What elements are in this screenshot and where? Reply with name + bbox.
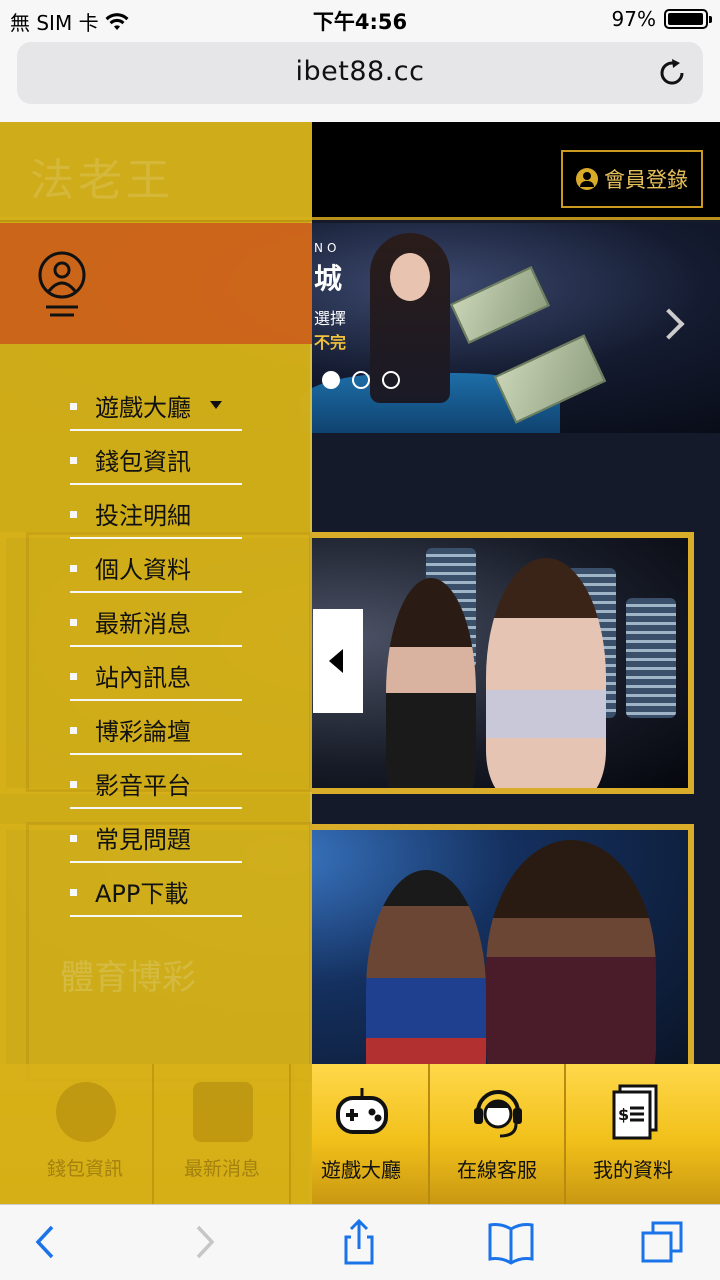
bullet-icon xyxy=(70,889,77,896)
svg-text:$: $ xyxy=(618,1105,629,1124)
menu-item-label: 最新消息 xyxy=(95,610,191,638)
browser-url-area: ibet88.cc xyxy=(0,38,720,122)
slide-dot[interactable] xyxy=(322,371,340,389)
menu-item-label: 常見問題 xyxy=(95,826,191,854)
menu-item-label: APP下載 xyxy=(95,880,189,908)
document-icon: $ xyxy=(612,1084,658,1140)
member-login-button[interactable]: 會員登錄 xyxy=(561,150,703,208)
menu-item-forum[interactable]: 博彩論壇 xyxy=(70,701,242,755)
bullet-icon xyxy=(70,403,77,410)
battery-icon xyxy=(664,9,712,29)
user-avatar-icon[interactable] xyxy=(36,251,88,323)
headset-icon xyxy=(474,1090,522,1138)
drawer-logo-area: 法老王 xyxy=(0,122,312,222)
tab-my-profile[interactable]: $ 我的資料 xyxy=(564,1064,700,1204)
tab-game-lobby[interactable]: 遊戲大廳 xyxy=(292,1064,428,1204)
browser-toolbar xyxy=(0,1204,720,1280)
banner-text: 選擇 xyxy=(314,309,347,328)
menu-item-label: 個人資料 xyxy=(95,556,191,584)
menu-item-site-messages[interactable]: 站內訊息 xyxy=(70,647,242,701)
dollar-icon xyxy=(56,1082,116,1142)
banner-text: 不完 xyxy=(314,333,347,352)
address-bar[interactable]: ibet88.cc xyxy=(17,42,703,104)
bullet-icon xyxy=(70,781,77,788)
menu-item-latest-news[interactable]: 最新消息 xyxy=(70,593,242,647)
menu-item-label: 博彩論壇 xyxy=(95,718,191,746)
caret-down-icon xyxy=(210,401,222,409)
bookmarks-icon[interactable] xyxy=(486,1217,536,1267)
slide-indicators xyxy=(322,371,400,389)
menu-item-label: 投注明細 xyxy=(95,502,191,530)
user-icon xyxy=(576,168,598,190)
status-bar: 無 SIM 卡 下午4:56 97% xyxy=(0,0,720,38)
bullet-icon xyxy=(70,457,77,464)
bullet-icon xyxy=(70,835,77,842)
next-slide-icon[interactable] xyxy=(653,308,685,340)
tab-online-support[interactable]: 在線客服 xyxy=(428,1064,564,1204)
member-login-label: 會員登錄 xyxy=(604,168,688,192)
model-image xyxy=(386,578,476,788)
menu-item-label: 站內訊息 xyxy=(95,664,191,692)
athlete-image xyxy=(486,840,656,1088)
menu-item-label: 錢包資訊 xyxy=(95,448,191,476)
message-icon xyxy=(193,1082,253,1142)
gamepad-icon xyxy=(336,1088,388,1134)
tab-label: 我的資料 xyxy=(593,1158,673,1182)
slide-dot[interactable] xyxy=(352,371,370,389)
bullet-icon xyxy=(70,673,77,680)
tab-label: 在線客服 xyxy=(457,1158,537,1182)
menu-item-app-download[interactable]: APP下載 xyxy=(70,863,242,917)
model-image xyxy=(486,558,606,788)
side-drawer: 法老王 體育博彩 遊戲大廳 錢包資訊 投注明細 個人資料 最新消息 站內訊息 博… xyxy=(0,122,312,1204)
tab-label: 遊戲大廳 xyxy=(321,1158,401,1182)
bullet-icon xyxy=(70,511,77,518)
forward-icon[interactable] xyxy=(180,1217,230,1267)
slide-dot[interactable] xyxy=(382,371,400,389)
menu-item-video-platform[interactable]: 影音平台 xyxy=(70,755,242,809)
battery-percent: 97% xyxy=(611,7,656,31)
bullet-icon xyxy=(70,565,77,572)
battery-fill xyxy=(668,13,703,25)
url-text[interactable]: ibet88.cc xyxy=(17,56,703,87)
background-label: 體育博彩 xyxy=(60,958,196,998)
close-drawer-tab[interactable] xyxy=(313,609,363,713)
tab-label: 最新消息 xyxy=(183,1158,260,1180)
drawer-menu: 遊戲大廳 錢包資訊 投注明細 個人資料 最新消息 站內訊息 博彩論壇 影音平台 … xyxy=(70,377,242,917)
share-icon[interactable] xyxy=(334,1217,384,1267)
tabs-icon[interactable] xyxy=(638,1217,688,1267)
tab-wallet-info: 錢包資訊 xyxy=(18,1064,154,1204)
drawer-user-panel[interactable] xyxy=(0,223,312,344)
menu-item-game-lobby[interactable]: 遊戲大廳 xyxy=(70,377,242,431)
menu-item-wallet-info[interactable]: 錢包資訊 xyxy=(70,431,242,485)
money-image xyxy=(449,266,551,344)
tab-latest-news: 最新消息 xyxy=(155,1064,291,1204)
bullet-icon xyxy=(70,727,77,734)
menu-item-personal-info[interactable]: 個人資料 xyxy=(70,539,242,593)
site-logo[interactable]: 法老王 xyxy=(30,144,174,208)
banner-text: 城 xyxy=(314,262,343,295)
reload-icon[interactable] xyxy=(655,56,689,90)
drawer-bottom-tabs: 錢包資訊 最新消息 xyxy=(0,1064,312,1204)
menu-item-bet-details[interactable]: 投注明細 xyxy=(70,485,242,539)
bullet-icon xyxy=(70,619,77,626)
chip-stack-image xyxy=(626,598,676,718)
menu-item-faq[interactable]: 常見問題 xyxy=(70,809,242,863)
battery-group: 97% xyxy=(611,7,712,31)
menu-item-label: 遊戲大廳 xyxy=(95,394,191,422)
back-icon[interactable] xyxy=(20,1217,70,1267)
menu-item-label: 影音平台 xyxy=(95,772,191,800)
tab-label: 錢包資訊 xyxy=(46,1158,123,1180)
banner-text: NO xyxy=(314,241,341,255)
dealer-face-image xyxy=(390,253,430,301)
athlete-image xyxy=(366,870,486,1088)
